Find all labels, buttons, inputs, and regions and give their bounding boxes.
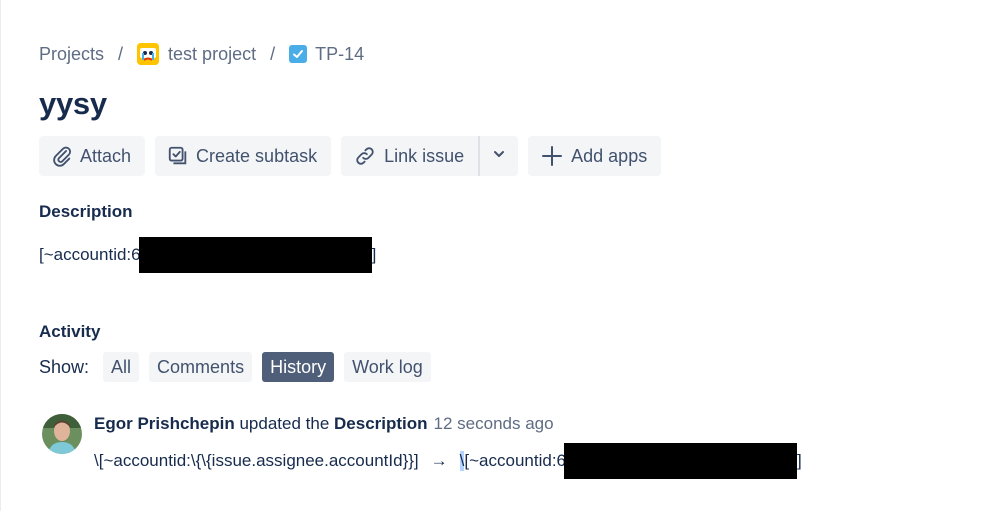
redacted-block bbox=[138, 237, 372, 273]
history-change: \[~accountid:\{\{issue.assignee.accountI… bbox=[94, 443, 802, 479]
filter-all[interactable]: All bbox=[103, 352, 140, 382]
description-text-suffix: ] bbox=[371, 245, 377, 264]
paperclip-icon bbox=[51, 145, 73, 167]
redacted-block bbox=[564, 443, 797, 479]
history-timestamp: 12 seconds ago bbox=[433, 414, 554, 433]
description-content[interactable]: [~accountid:6 ] bbox=[39, 237, 376, 273]
chevron-down-icon bbox=[492, 147, 506, 166]
history-field: Description bbox=[334, 414, 428, 433]
activity-filter-bar: Show: All Comments History Work log bbox=[39, 352, 441, 382]
attach-label: Attach bbox=[80, 145, 132, 166]
issue-title[interactable]: yysy bbox=[39, 86, 107, 122]
plus-icon bbox=[540, 144, 564, 168]
breadcrumb-separator: / bbox=[270, 43, 276, 64]
add-apps-label: Add apps bbox=[571, 145, 648, 166]
avatar[interactable] bbox=[42, 414, 82, 454]
issue-page: Projects / test project / TP-14 yysy Att… bbox=[0, 0, 999, 511]
link-issue-dropdown[interactable] bbox=[478, 136, 519, 176]
breadcrumb-projects[interactable]: Projects bbox=[39, 44, 104, 65]
subtask-icon bbox=[167, 145, 189, 167]
history-arrow: → bbox=[430, 451, 448, 470]
breadcrumb: Projects / test project / TP-14 bbox=[39, 42, 364, 66]
link-issue-group: Link issue bbox=[341, 136, 519, 176]
history-action: updated the bbox=[234, 414, 335, 433]
project-avatar-icon bbox=[137, 43, 160, 65]
attach-button[interactable]: Attach bbox=[39, 136, 146, 176]
issue-toolbar: Attach Create subtask Link issue Add app… bbox=[39, 136, 671, 176]
breadcrumb-project-label: test project bbox=[168, 43, 257, 64]
show-label: Show: bbox=[39, 356, 90, 377]
breadcrumb-issue-key: TP-14 bbox=[315, 43, 365, 64]
breadcrumb-separator: / bbox=[118, 43, 124, 64]
activity-heading: Activity bbox=[39, 322, 101, 341]
breadcrumb-issue[interactable]: TP-14 bbox=[289, 44, 364, 65]
link-issue-button[interactable]: Link issue bbox=[341, 136, 479, 176]
filter-comments[interactable]: Comments bbox=[149, 352, 253, 382]
breadcrumb-project[interactable]: test project bbox=[137, 43, 256, 65]
filter-work-log[interactable]: Work log bbox=[344, 352, 431, 382]
create-subtask-label: Create subtask bbox=[196, 145, 318, 166]
history-old-value: \[~accountid:\{\{issue.assignee.accountI… bbox=[94, 451, 419, 470]
description-heading: Description bbox=[39, 202, 133, 221]
add-apps-button[interactable]: Add apps bbox=[528, 136, 662, 176]
create-subtask-button[interactable]: Create subtask bbox=[155, 136, 332, 176]
task-checkbox-icon bbox=[289, 45, 308, 63]
description-text-prefix: [~accountid:6 bbox=[39, 245, 141, 264]
history-new-value-suffix: ] bbox=[797, 451, 802, 470]
link-issue-label: Link issue bbox=[384, 145, 465, 166]
history-author[interactable]: Egor Prishchepin bbox=[94, 414, 235, 433]
history-new-value-prefix: [~accountid:6 bbox=[464, 451, 566, 470]
link-icon bbox=[353, 145, 377, 167]
history-entry-header: Egor Prishchepin updated the Description… bbox=[94, 414, 554, 434]
filter-history[interactable]: History bbox=[262, 352, 335, 382]
